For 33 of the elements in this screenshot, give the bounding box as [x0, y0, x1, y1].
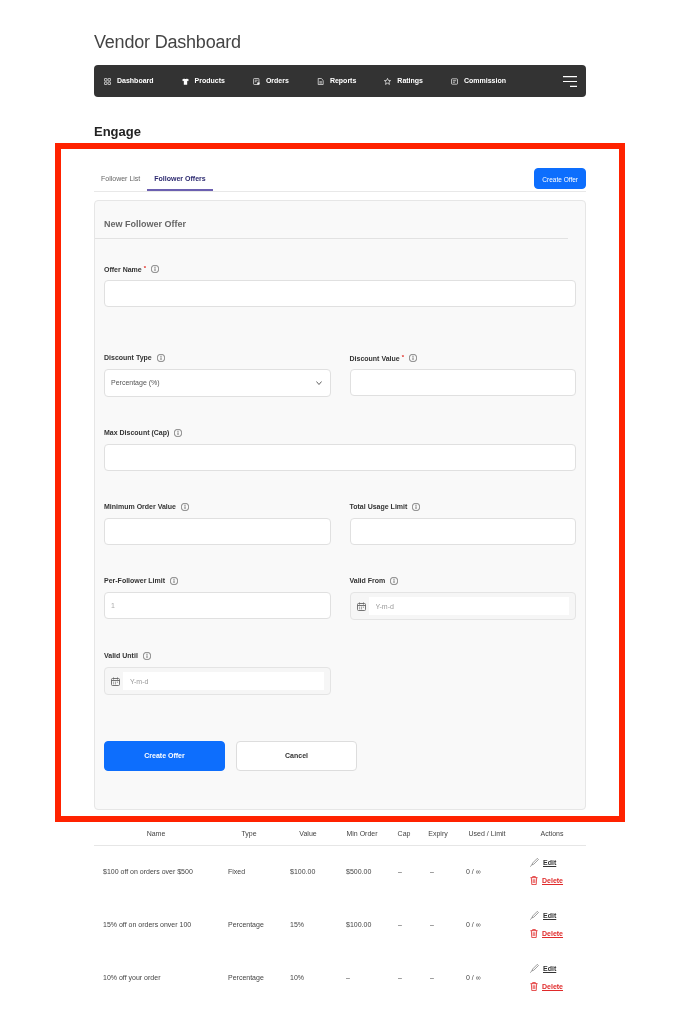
document-icon — [316, 77, 324, 85]
page-title: Vendor Dashboard — [94, 31, 241, 54]
trash-icon — [530, 929, 538, 938]
chevron-down-icon — [315, 381, 322, 385]
info-icon[interactable] — [170, 577, 179, 585]
info-icon[interactable] — [412, 503, 421, 511]
text-field[interactable] — [104, 444, 576, 471]
info-icon[interactable] — [151, 265, 160, 273]
card-icon — [451, 77, 458, 85]
info-icon[interactable] — [156, 354, 165, 362]
pen-icon — [530, 964, 539, 973]
text-field[interactable] — [349, 369, 576, 396]
trash-icon — [530, 876, 538, 886]
menu-icon[interactable] — [563, 75, 577, 87]
text-field[interactable] — [349, 518, 576, 545]
info-icon[interactable] — [142, 652, 151, 660]
info-icon[interactable] — [390, 577, 399, 585]
star-icon — [384, 77, 392, 85]
info-icon[interactable] — [174, 429, 183, 437]
grid-icon — [104, 77, 111, 85]
form-title: New Follower Offer — [104, 219, 186, 229]
pen-icon — [530, 911, 539, 920]
trash-icon — [530, 982, 538, 991]
text-field[interactable] — [104, 280, 576, 307]
calendar-icon — [356, 601, 366, 611]
calendar-icon — [111, 676, 120, 686]
info-icon[interactable] — [409, 354, 418, 362]
pen-icon — [530, 858, 539, 868]
info-icon[interactable] — [180, 503, 189, 511]
shirt-icon — [181, 77, 189, 85]
text-field[interactable] — [104, 518, 331, 545]
list-icon — [252, 77, 260, 85]
section-title: Engage — [94, 124, 141, 140]
